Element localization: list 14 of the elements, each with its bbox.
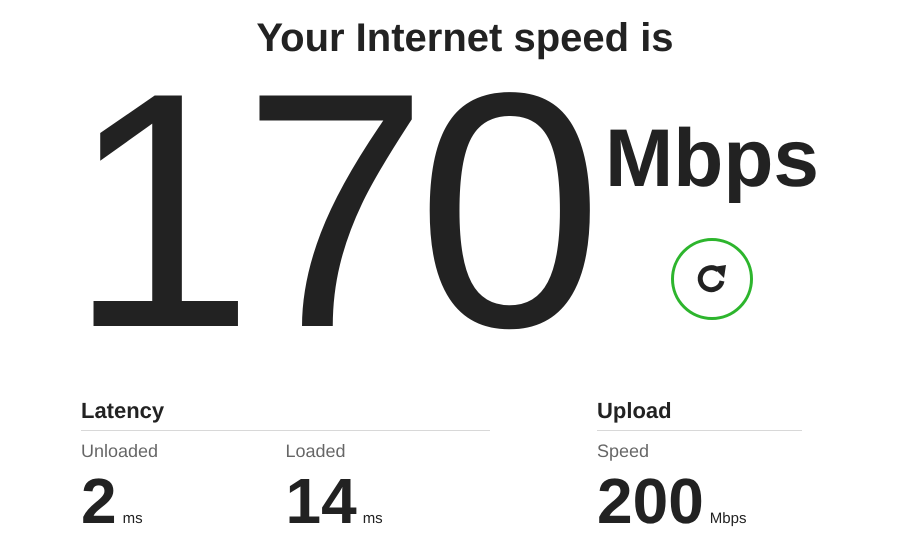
section-heading: Latency [81,398,490,431]
section-heading: Upload [597,398,802,431]
metric-unit: ms [122,510,143,527]
metric-value: 200 [597,466,704,534]
metric-unit: Mbps [710,510,746,527]
metric-label: Loaded [286,440,347,462]
metric-label: Speed [597,440,650,462]
headline: Your Internet speed is [256,15,674,62]
metric-value: 2 [81,466,117,534]
metric-unit: ms [362,510,383,527]
speed-unit: Mbps [604,114,820,204]
metric-label: Unloaded [81,440,160,462]
speed-value: 170 [68,60,591,360]
metric-value: 14 [286,466,357,534]
